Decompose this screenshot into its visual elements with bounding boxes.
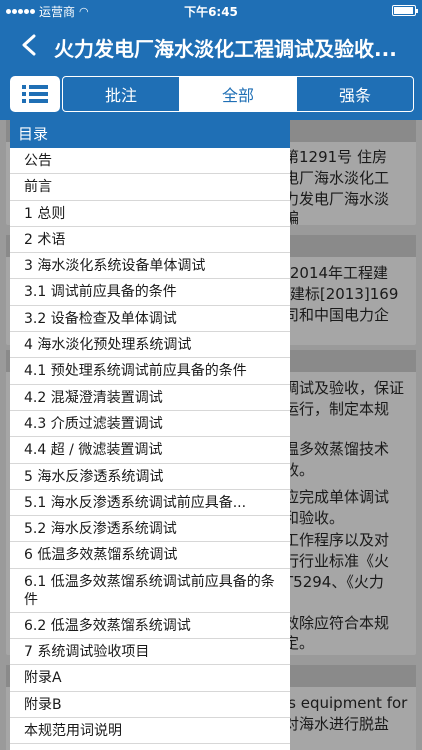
doc-line: 行行业标准《火 (284, 552, 390, 570)
screen: 运营商 ◠ 下午6:45 火力发电厂海水淡化工程调试及验收... 批注 全部 强… (0, 0, 422, 750)
doc-line: 运行，制定本规 (284, 400, 390, 418)
battery-icon (392, 5, 418, 16)
toc-item[interactable]: 6 低温多效蒸馏系统调试 (10, 542, 290, 569)
doc-line: 编 (284, 209, 300, 227)
toc-item[interactable]: 5.1 海水反渗透系统调试前应具备... (10, 490, 290, 517)
status-bar: 运营商 ◠ 下午6:45 (0, 0, 422, 22)
toc-item[interactable]: 2 术语 (10, 227, 290, 254)
doc-line: 收。 (284, 461, 315, 479)
toc-item[interactable]: 6.1 低温多效蒸馏系统调试前应具备的条件 (10, 569, 290, 613)
toolbar: 批注 全部 强条 (0, 68, 422, 120)
page-title: 火力发电厂海水淡化工程调试及验收... (54, 37, 397, 61)
toc-item[interactable]: 4 海水淡化预处理系统调试 (10, 332, 290, 359)
doc-line: 工作程序以及对 (284, 531, 390, 549)
toc-item[interactable]: 前言 (10, 174, 290, 201)
doc-line: (2014年工程建 (284, 264, 389, 282)
toc-item[interactable]: 3 海水淡化系统设备单体调试 (10, 253, 290, 280)
toc-item[interactable]: 7 系统调试验收项目 (10, 639, 290, 666)
doc-line: (建标[2013]169 (284, 285, 399, 303)
toc-item[interactable]: 4.2 混凝澄清装置调试 (10, 385, 290, 411)
doc-line: 第1291号 住房 (284, 148, 387, 166)
doc-line: 力发电厂海水淡 (284, 190, 390, 208)
toc-item[interactable]: 3.1 调试前应具备的条件 (10, 279, 290, 306)
toc-item[interactable]: 5 海水反渗透系统调试 (10, 464, 290, 490)
doc-line: 定。 (284, 634, 315, 652)
toc-item[interactable]: 4.4 超 / 微滤装置调试 (10, 437, 290, 464)
status-time: 下午6:45 (184, 5, 238, 19)
doc-line: 效除应符合本规 (284, 614, 390, 632)
toc-item[interactable]: 附录A (10, 665, 290, 692)
doc-line: 电厂海水淡化工 (284, 169, 390, 187)
toc-drawer: 目录 公告 前言 1 总则 2 术语 3 海水淡化系统设备单体调试 3.1 调试… (10, 120, 290, 750)
filter-segmented-control: 批注 全部 强条 (62, 76, 414, 112)
doc-line: 司和中国电力企 (284, 306, 390, 324)
toc-item[interactable]: 本规范用词说明 (10, 718, 290, 745)
doc-line: 温多效蒸馏技术 (284, 440, 390, 458)
segment-mandatory[interactable]: 强条 (297, 77, 413, 111)
doc-line: 和验收。 (284, 509, 345, 527)
doc-line: 应完成单体调试 (284, 488, 390, 506)
toc-menu-button[interactable] (10, 76, 60, 112)
toc-item[interactable]: 6.2 低温多效蒸馏系统调试 (10, 613, 290, 640)
segment-all[interactable]: 全部 (180, 77, 297, 111)
chevron-left-icon (22, 34, 36, 56)
toc-item[interactable]: 附录B (10, 692, 290, 718)
segment-annotations[interactable]: 批注 (63, 77, 180, 111)
toc-item[interactable]: 公告 (10, 148, 290, 175)
doc-line: is equipment for (284, 694, 408, 712)
doc-line: 对海水进行脱盐 (284, 715, 390, 733)
list-icon (22, 85, 48, 103)
back-button[interactable] (12, 28, 46, 62)
toc-header: 目录 (10, 120, 290, 148)
doc-line: 调试及验收，保证 (284, 379, 405, 397)
toc-item[interactable]: 4.3 介质过滤装置调试 (10, 411, 290, 438)
toc-item[interactable]: 3.2 设备检查及单体调试 (10, 306, 290, 333)
doc-line: T5294、《火力 (284, 573, 384, 591)
toc-item[interactable]: 4.1 预处理系统调试前应具备的条件 (10, 358, 290, 385)
toc-item[interactable]: 5.2 海水反渗透系统调试 (10, 516, 290, 543)
nav-bar: 火力发电厂海水淡化工程调试及验收... (0, 22, 422, 68)
toc-item[interactable]: 1 总则 (10, 201, 290, 227)
